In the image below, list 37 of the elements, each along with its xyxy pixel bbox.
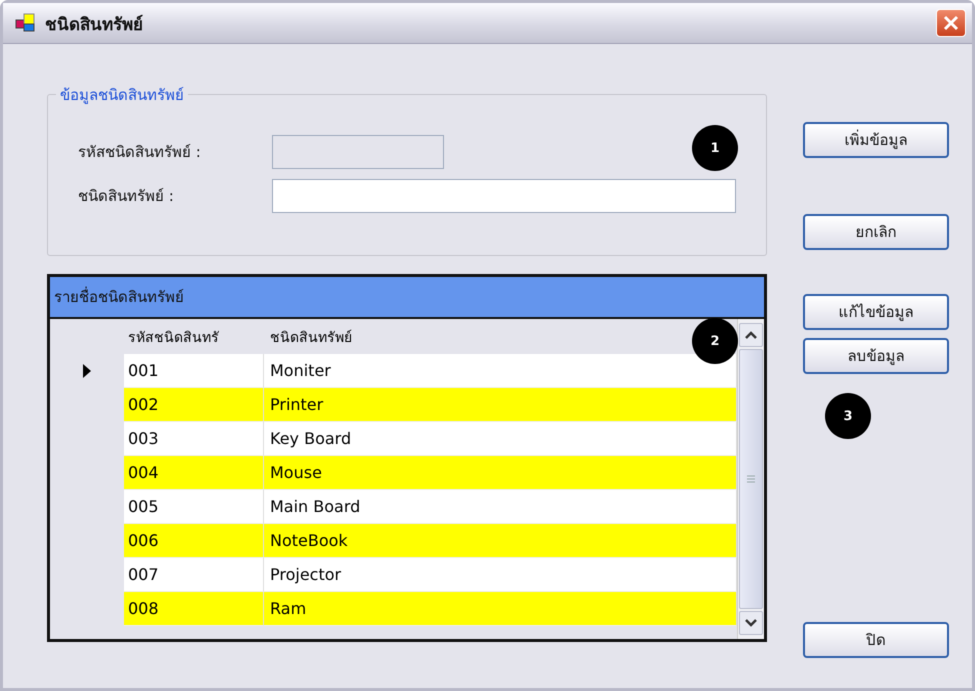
input-field[interactable] (272, 179, 736, 213)
table-cell: Key Board (264, 422, 737, 456)
close-button[interactable] (936, 9, 966, 37)
close-button[interactable]: ปิด (803, 622, 949, 658)
table-cell: 008 (124, 592, 264, 626)
table-cell: 002 (124, 388, 264, 422)
table-cell: Projector (264, 558, 737, 592)
scroll-thumb[interactable] (739, 349, 763, 609)
table-cell: Ram (264, 592, 737, 626)
table-cell: 004 (124, 456, 264, 490)
delete-button[interactable]: ลบข้อมูล (803, 338, 949, 374)
scroll-up-icon[interactable] (739, 323, 763, 347)
field-label: รหัสชนิดสินทรัพย์ : (78, 142, 202, 163)
table-cell: 006 (124, 524, 264, 558)
table-cell: Mouse (264, 456, 737, 490)
grid-caption: รายชื่อชนิดสินทรัพย์ (50, 277, 764, 319)
table-cell: 007 (124, 558, 264, 592)
scroll-down-icon[interactable] (739, 611, 763, 635)
edit-button[interactable]: แก้ไขข้อมูล (803, 294, 949, 330)
table-cell: 003 (124, 422, 264, 456)
cancel-button[interactable]: ยกเลิก (803, 214, 949, 250)
app-icon (15, 13, 37, 33)
table-cell: Main Board (264, 490, 737, 524)
column-header[interactable]: รหัสชนิดสินทรั (124, 319, 264, 354)
close-icon (942, 14, 960, 32)
table-cell: Printer (264, 388, 737, 422)
scrollbar[interactable] (737, 319, 764, 639)
table-cell: Moniter (264, 354, 737, 388)
callout-marker: 3 (825, 393, 871, 439)
table-cell: 005 (124, 490, 264, 524)
table-cell: NoteBook (264, 524, 737, 558)
callout-marker: 1 (692, 125, 738, 171)
column-header[interactable]: ชนิดสินทรัพย์ (264, 319, 358, 354)
add-button[interactable]: เพิ่มข้อมูล (803, 122, 949, 158)
field-label: ชนิดสินทรัพย์ : (78, 186, 175, 207)
window-title: ชนิดสินทรัพย์ (45, 14, 144, 36)
table-cell: 001 (124, 354, 264, 388)
